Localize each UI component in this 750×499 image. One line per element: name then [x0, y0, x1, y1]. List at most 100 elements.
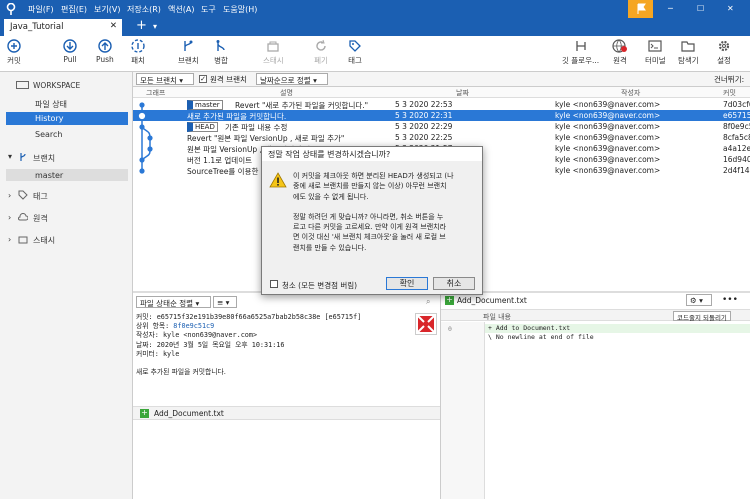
commit-button[interactable]: 커밋 [7, 39, 21, 66]
gitflow-button[interactable]: 깃 플로우... [562, 39, 599, 66]
sidebar: WORKSPACE 파일 상태 History Search ▾ 브랜치 mas… [0, 72, 133, 499]
search-icon[interactable]: ⌕ [426, 297, 430, 307]
menu-actions[interactable]: 액션(A) [168, 4, 194, 15]
commit-hash: 8cfa5c8 [723, 133, 750, 142]
commit-row[interactable]: master Revert "새로 추가된 파일을 커밋합니다." 5 3 2020… [133, 99, 750, 110]
push-button[interactable]: Push [96, 39, 114, 64]
ok-button[interactable]: 확인 [386, 277, 428, 290]
menu-repository[interactable]: 저장소(R) [127, 4, 161, 15]
commit-hash: 7d03cf6 [723, 100, 750, 109]
tab-java-tutorial[interactable]: Java_Tutorial ✕ [4, 19, 122, 36]
sidebar-item-file-status[interactable]: 파일 상태 [35, 99, 67, 110]
menu-tools[interactable]: 도구 [201, 4, 216, 15]
commit-author: kyle <non639@naver.com> [555, 155, 661, 164]
remote-branches-checkbox[interactable]: ✓ [199, 75, 207, 83]
sidebar-tags-header[interactable]: 태그 [33, 191, 48, 202]
sidebar-stashes-header[interactable]: 스태시 [33, 235, 55, 246]
branches-chevron-icon[interactable]: ▾ [8, 152, 12, 161]
sidebar-item-master[interactable]: master [6, 169, 128, 181]
remote-button[interactable]: 원격 [612, 39, 628, 66]
line-number-gutter: 0 [441, 322, 485, 499]
commit-hash-line: 커밋: e65715f32e191b39e80f66a6525a7bab2b58… [136, 313, 362, 321]
diff-options-dropdown[interactable]: ⚙ ▾ [686, 294, 712, 306]
tab-close-icon[interactable]: ✕ [110, 21, 117, 31]
branch-icon [184, 40, 193, 51]
commit-info: 커밋: e65715f32e191b39e80f66a6525a7bab2b58… [136, 313, 416, 377]
file-added-icon: + [140, 408, 149, 418]
dialog-title: 정말 작업 상태를 변경하시겠습니까? [268, 150, 391, 159]
file-sort-dropdown[interactable]: 파일 상태순 정렬 ▾ [136, 296, 211, 308]
stash-button[interactable]: 스태시 [263, 39, 284, 66]
column-graph[interactable]: 그래프 [146, 88, 165, 98]
menu-file[interactable]: 파일(F) [28, 4, 54, 15]
dialog-titlebar: 정말 작업 상태를 변경하시겠습니까? [262, 147, 482, 161]
commit-hash: e65715f [723, 111, 750, 120]
minimize-button[interactable]: ─ [668, 4, 673, 13]
commit-row[interactable]: HEAD 기존 파일 내용 수정 5 3 2020 22:29 kyle <non63… [133, 121, 750, 132]
changed-file-item[interactable]: + Add_Document.txt [133, 406, 440, 420]
commit-date: 5 3 2020 22:25 [395, 133, 453, 142]
maximize-button[interactable]: ☐ [697, 4, 704, 13]
date-line: 날짜: 2020년 3월 5일 목요일 오후 10:31:16 [136, 340, 285, 349]
commit-row[interactable]: 새로 추가된 파일을 커밋합니다. 5 3 2020 22:31 kyle <non… [133, 110, 750, 121]
revert-hunk-button[interactable]: 코드줄지 되돌리기 [673, 311, 731, 322]
parent-link[interactable]: 8f0e9c51c9 [173, 322, 214, 330]
column-commit[interactable]: 커밋 [723, 88, 736, 98]
commit-author: kyle <non639@naver.com> [555, 100, 661, 109]
branch-icon [20, 153, 26, 161]
discard-button[interactable]: 폐기 [314, 39, 328, 66]
merge-button[interactable]: 병합 [214, 39, 228, 66]
column-author[interactable]: 작성자 [621, 88, 640, 98]
settings-button[interactable]: 설정 [717, 39, 731, 66]
checkout-confirm-dialog: 정말 작업 상태를 변경하시겠습니까? 이 커밋을 체크아웃 하면 분리된 HE… [261, 146, 483, 295]
terminal-button[interactable]: 터미널 [645, 39, 666, 66]
sidebar-item-history[interactable]: History [6, 112, 128, 125]
sidebar-item-search[interactable]: Search [35, 130, 62, 139]
monitor-icon [16, 81, 29, 89]
menu-help[interactable]: 도움말(H) [223, 4, 257, 15]
commit-row[interactable]: Revert "원본 파일 VersionUp , 새로 파일 추가" 5 3 2… [133, 132, 750, 143]
menu-view[interactable]: 보기(V) [94, 4, 120, 15]
remote-branches-label: 원격 브랜치 [210, 75, 247, 84]
tag-icon [349, 40, 361, 52]
sidebar-branches-header[interactable]: 브랜치 [33, 153, 55, 164]
commit-node [139, 102, 145, 108]
committer-line: 커미터: kyle [136, 349, 180, 358]
stashes-chevron-icon[interactable]: › [8, 235, 11, 244]
tag-button[interactable]: 태그 [348, 39, 362, 66]
folder-icon [681, 41, 695, 52]
commit-node [139, 168, 145, 174]
list-view-dropdown[interactable]: ≡ ▾ [213, 296, 237, 308]
remotes-chevron-icon[interactable]: › [8, 213, 11, 222]
tags-chevron-icon[interactable]: › [8, 191, 11, 200]
merge-icon [216, 40, 225, 51]
new-tab-button[interactable]: + [136, 18, 147, 33]
column-date[interactable]: 날짜 [456, 88, 469, 98]
commit-date: 5 3 2020 22:29 [395, 122, 453, 131]
cancel-button[interactable]: 취소 [433, 277, 475, 290]
sidebar-remotes-header[interactable]: 원격 [33, 213, 48, 224]
workspace-header: WORKSPACE [33, 81, 81, 90]
branch-filter-dropdown[interactable]: 모든 브랜치 ▾ [136, 73, 194, 85]
jump-to-label: 건너뛰기: [714, 75, 745, 84]
push-icon [98, 39, 112, 53]
diff-hunk-header: 파일 내용 코드줄지 되돌리기 [441, 309, 750, 322]
branch-button[interactable]: 브랜치 [178, 39, 199, 66]
column-description[interactable]: 설명 [280, 88, 293, 98]
clean-checkbox[interactable] [270, 280, 278, 288]
commit-description: SourceTree를 이용한 [187, 167, 259, 176]
explorer-button[interactable]: 탐색기 [678, 39, 699, 66]
pull-button[interactable]: Pull [63, 39, 77, 64]
warning-icon [269, 172, 287, 188]
flag-icon[interactable] [628, 0, 653, 18]
more-options-icon[interactable]: ••• [722, 295, 738, 305]
tab-menu-chevron-icon[interactable]: ▾ [153, 22, 157, 31]
commit-node [139, 157, 145, 163]
commit-author: kyle <non639@naver.com> [555, 122, 661, 131]
dialog-message: 이 커밋을 체크아웃 하면 분리된 HEAD가 생성되고 (나 중에 새로 브랜… [293, 172, 454, 252]
sort-dropdown[interactable]: 날짜순으로 정렬 ▾ [256, 73, 328, 85]
fetch-button[interactable]: 패치 [131, 39, 145, 66]
commit-date: 5 3 2020 22:31 [395, 111, 453, 120]
close-button[interactable]: ✕ [727, 4, 734, 13]
menu-edit[interactable]: 편집(E) [61, 4, 87, 15]
